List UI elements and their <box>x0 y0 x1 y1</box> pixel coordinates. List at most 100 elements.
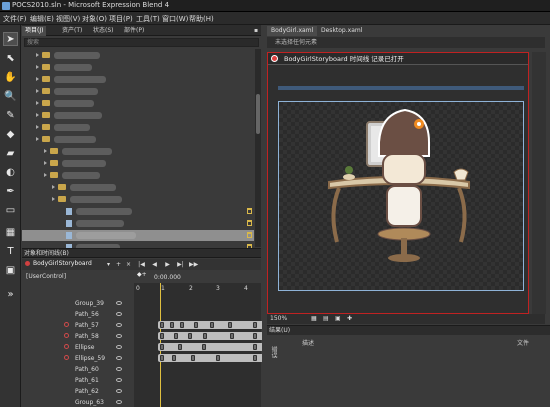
tree-row[interactable] <box>22 50 254 61</box>
tree-row[interactable] <box>22 146 254 157</box>
menu-object[interactable]: 对象(O) <box>82 14 107 24</box>
text-tool-icon[interactable]: T <box>3 244 18 258</box>
tree-row[interactable] <box>22 110 254 121</box>
snap-grid-icon[interactable]: ▦ <box>311 314 317 324</box>
grid-layout-tool-icon[interactable]: ▦ <box>3 225 18 239</box>
snap-lines-icon[interactable]: ▤ <box>323 314 329 324</box>
tree-row-selected[interactable] <box>22 230 254 241</box>
tab-project[interactable]: 项目(J) <box>22 26 47 36</box>
menu-view[interactable]: 视图(V) <box>56 14 80 24</box>
root-row[interactable]: [UserControl] <box>22 271 134 282</box>
effects-icon[interactable]: ▣ <box>335 314 341 324</box>
tab-assets[interactable]: 资产(T) <box>59 26 85 36</box>
gradient-tool-icon[interactable]: ◐ <box>3 165 18 179</box>
tab-states[interactable]: 状态(S) <box>90 26 117 36</box>
timeline-time[interactable]: 0:00.000 <box>154 274 181 281</box>
pan-hand-tool-icon[interactable]: ✋ <box>3 70 18 84</box>
menu-window[interactable]: 窗口(W) <box>162 14 188 24</box>
tree-row[interactable] <box>22 62 254 73</box>
eye-icon[interactable] <box>116 389 122 393</box>
menu-file[interactable]: 文件(F) <box>3 14 27 24</box>
tree-row[interactable] <box>22 98 254 109</box>
object-row[interactable]: Path_58 <box>22 331 134 342</box>
new-storyboard-icon[interactable]: + <box>114 260 123 269</box>
prev-frame-icon[interactable]: ◀ <box>150 260 159 269</box>
eye-icon[interactable] <box>116 301 122 305</box>
next-frame-icon[interactable]: ▶| <box>176 260 185 269</box>
object-row[interactable]: Path_57 <box>22 320 134 331</box>
doc-tab-desktop[interactable]: Desktop.xaml <box>317 26 366 36</box>
panel-pin-icon[interactable]: ▪ <box>251 26 261 36</box>
eye-icon[interactable] <box>116 378 122 382</box>
selection-tool-icon[interactable]: ➤ <box>3 32 18 46</box>
errors-side-tab[interactable]: 错误 <box>269 346 278 358</box>
breadcrumb[interactable]: 未选择任何元素 <box>267 37 545 48</box>
zoom-level[interactable]: 150% <box>270 314 287 324</box>
artboard[interactable]: BodyGirlStoryboard 时间线 记录已打开 <box>267 52 529 314</box>
menu-help[interactable]: 帮助(H) <box>189 14 214 24</box>
control-tool-icon[interactable]: ▣ <box>3 263 18 277</box>
timeline-area[interactable]: 0 1 2 3 4 <box>134 283 272 407</box>
project-search-input[interactable]: 搜索 <box>24 38 259 47</box>
direct-select-tool-icon[interactable]: ⬉ <box>3 51 18 65</box>
tree-row[interactable] <box>22 158 254 169</box>
object-row[interactable]: Path_61 <box>22 375 134 386</box>
close-storyboard-icon[interactable]: × <box>124 260 133 269</box>
title-bar: POCS2010.sln - Microsoft Expression Blen… <box>0 0 550 12</box>
eye-icon[interactable] <box>116 312 122 316</box>
storyboard-name[interactable]: BodyGirlStoryboard <box>33 260 92 267</box>
tab-parts[interactable]: 部件(P) <box>121 26 147 36</box>
project-scrollbar[interactable] <box>255 49 261 247</box>
menu-edit[interactable]: 编辑(E) <box>30 14 54 24</box>
pen-tool-icon[interactable]: ✒ <box>3 184 18 198</box>
blend-app-icon <box>2 2 10 10</box>
design-canvas[interactable] <box>278 101 524 291</box>
eye-icon[interactable] <box>116 400 122 404</box>
tree-row[interactable] <box>22 206 254 217</box>
lock-icon <box>247 220 252 226</box>
zoom-tool-icon[interactable]: 🔍 <box>3 89 18 103</box>
object-row[interactable]: Path_62 <box>22 386 134 397</box>
doc-tab-bodygirl[interactable]: BodyGirl.xaml <box>267 26 318 36</box>
eye-icon[interactable] <box>116 345 122 349</box>
brush-transform-tool-icon[interactable]: ▰ <box>3 146 18 160</box>
keyframe-track[interactable] <box>158 332 272 340</box>
last-frame-icon[interactable]: ▶▶ <box>189 260 198 269</box>
object-row[interactable]: Group_39 <box>22 298 134 309</box>
annotations-icon[interactable]: ✚ <box>347 314 352 324</box>
tree-row[interactable] <box>22 122 254 133</box>
keyframe-track[interactable] <box>158 354 272 362</box>
tree-row[interactable] <box>22 194 254 205</box>
tree-row[interactable] <box>22 134 254 145</box>
menu-tools[interactable]: 工具(T) <box>136 14 160 24</box>
menu-project[interactable]: 项目(P) <box>109 14 133 24</box>
keyframe-track[interactable] <box>158 321 272 329</box>
play-icon[interactable]: ▶ <box>163 260 172 269</box>
keyframe-track[interactable] <box>158 343 272 351</box>
record-icon[interactable] <box>271 55 278 62</box>
paint-bucket-tool-icon[interactable]: ◆ <box>3 127 18 141</box>
tree-row[interactable] <box>22 74 254 85</box>
eye-icon[interactable] <box>116 356 122 360</box>
object-row[interactable]: Ellipse <box>22 342 134 353</box>
tree-row[interactable] <box>22 86 254 97</box>
tree-row[interactable] <box>22 218 254 229</box>
tree-row[interactable] <box>22 182 254 193</box>
object-row[interactable]: Path_56 <box>22 309 134 320</box>
storyboard-options-icon[interactable]: ▾ <box>104 260 113 269</box>
eye-icon[interactable] <box>116 334 122 338</box>
first-frame-icon[interactable]: |◀ <box>137 260 146 269</box>
eyedropper-tool-icon[interactable]: ✎ <box>3 108 18 122</box>
objects-panel-title: 对象和时间线(B) <box>22 249 261 258</box>
project-panel: 项目(J) 资产(T) 状态(S) 部件(P) ▪ 搜索 <box>22 25 261 251</box>
assets-expand-icon[interactable]: » <box>3 287 18 301</box>
object-row[interactable]: Group_63 <box>22 397 134 407</box>
eye-icon[interactable] <box>116 367 122 371</box>
results-panel: 结果(U) 描述 文件 错误 <box>267 325 550 407</box>
eye-icon[interactable] <box>116 323 122 327</box>
object-row[interactable]: Ellipse_59 <box>22 353 134 364</box>
rectangle-tool-icon[interactable]: ▭ <box>3 203 18 217</box>
ruler-tick: 0 <box>136 285 140 292</box>
object-row[interactable]: Path_60 <box>22 364 134 375</box>
tree-row[interactable] <box>22 170 254 181</box>
